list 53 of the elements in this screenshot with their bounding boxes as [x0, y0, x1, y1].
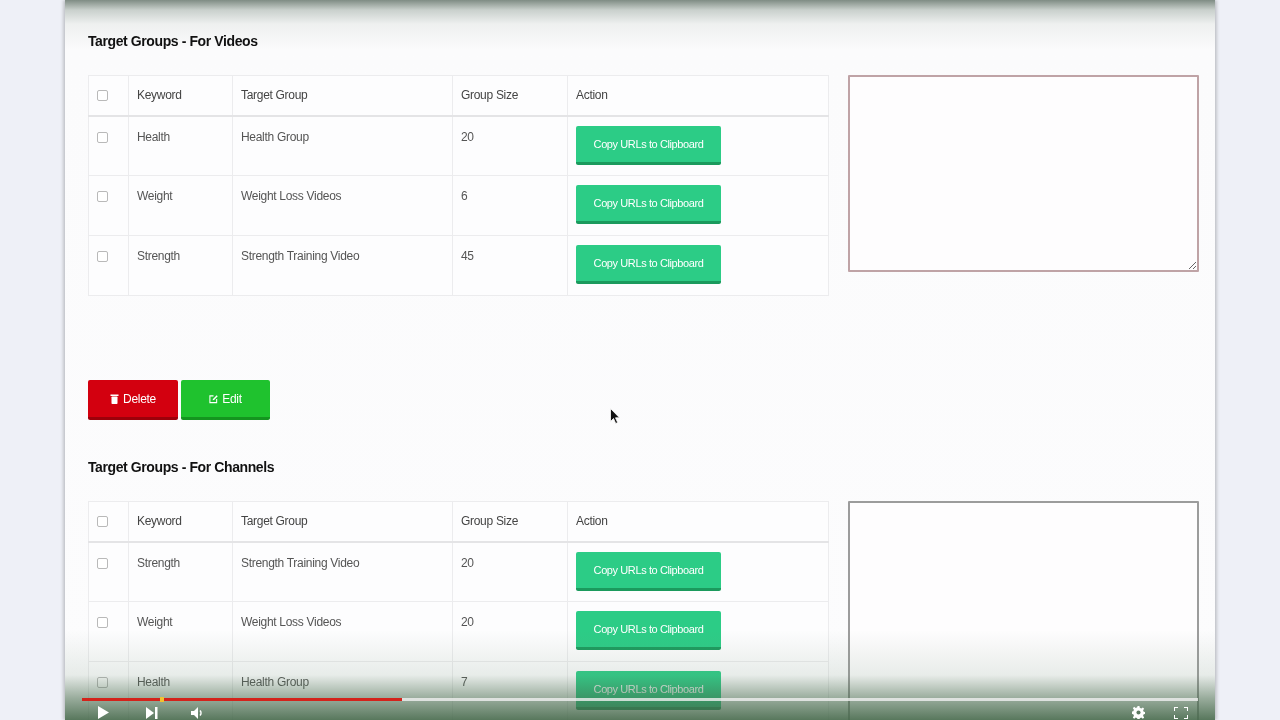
table-cell: 45: [452, 235, 568, 296]
select-all-checkbox[interactable]: [97, 89, 108, 101]
mouse-pointer-icon: [610, 408, 620, 424]
table-cell: 20: [452, 541, 568, 602]
row-checkbox[interactable]: [97, 557, 108, 569]
column-header: Group Size: [452, 75, 568, 116]
table-cell: Strength Training Video: [232, 541, 453, 602]
row-checkbox[interactable]: [97, 617, 108, 628]
table-cell: Weight Loss Videos: [232, 601, 453, 662]
table-cell: 20: [452, 115, 568, 176]
copy-urls-button[interactable]: Copy URLs to Clipboard: [576, 551, 721, 591]
table-cell: Strength: [128, 235, 233, 296]
row-checkbox[interactable]: [97, 677, 108, 688]
row-checkbox[interactable]: [97, 251, 108, 262]
table-cell: Health Group: [232, 115, 453, 176]
copy-urls-button[interactable]: Copy URLs to Clipboard: [576, 671, 721, 710]
column-header: Target Group: [232, 501, 453, 542]
column-header: Action: [567, 75, 829, 116]
column-header: Target Group: [232, 75, 453, 116]
row-checkbox[interactable]: [97, 191, 108, 202]
fullscreen-icon[interactable]: [1174, 706, 1188, 719]
table-cell: Weight: [128, 601, 233, 662]
progress-track[interactable]: [82, 698, 1198, 701]
text-area-field[interactable]: [848, 75, 1199, 272]
section-title: Target Groups - For Videos: [88, 32, 258, 51]
table-cell: Weight: [128, 175, 233, 236]
edit-icon: [209, 393, 219, 404]
copy-urls-button[interactable]: Copy URLs to Clipboard: [576, 125, 721, 165]
table-cell: Weight Loss Videos: [232, 175, 453, 236]
column-header: Keyword: [128, 501, 233, 542]
settings-icon[interactable]: [1132, 706, 1145, 719]
action-button[interactable]: Delete: [88, 380, 178, 420]
copy-urls-button[interactable]: Copy URLs to Clipboard: [576, 611, 721, 650]
play-icon[interactable]: [98, 706, 109, 719]
column-header: Action: [567, 501, 829, 542]
table-cell: Health: [128, 115, 233, 176]
select-all-checkbox[interactable]: [97, 515, 108, 527]
text-area-field[interactable]: [848, 501, 1199, 720]
copy-urls-button[interactable]: Copy URLs to Clipboard: [576, 185, 721, 224]
trash-icon: [110, 393, 120, 404]
skip-next-icon[interactable]: [146, 706, 158, 719]
section-title: Target Groups - For Channels: [88, 458, 275, 477]
copy-urls-button[interactable]: Copy URLs to Clipboard: [576, 245, 721, 284]
action-button[interactable]: Edit: [181, 380, 270, 420]
column-header: Group Size: [452, 501, 568, 542]
table-cell: 6: [452, 175, 568, 236]
marker-icon: [160, 697, 165, 702]
table-cell: 20: [452, 601, 568, 662]
table-cell: Strength Training Video: [232, 235, 453, 296]
column-header: Keyword: [128, 75, 233, 116]
table-cell: Strength: [128, 541, 233, 602]
volume-icon[interactable]: [191, 706, 205, 719]
row-checkbox[interactable]: [97, 131, 108, 143]
